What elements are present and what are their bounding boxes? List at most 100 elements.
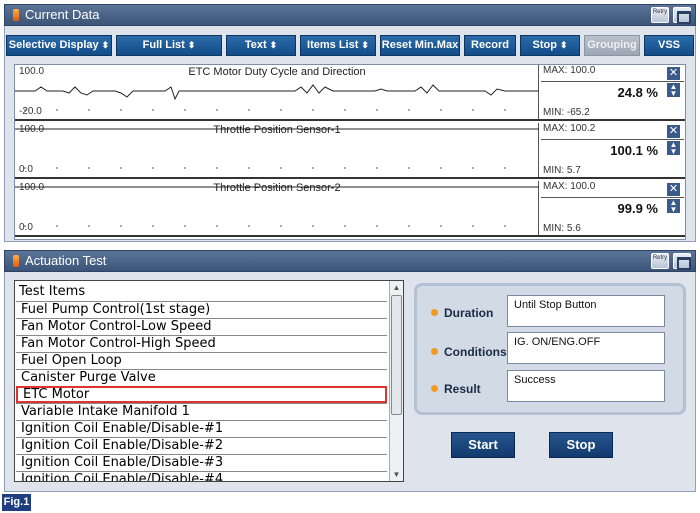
toolbar-button-label: Record [471,39,509,51]
axis-ticks [24,225,506,227]
toolbar-button[interactable]: Text ⬍ [226,35,296,56]
graph-plot: 100.0 Throttle Position Sensor-2 0.0 [15,181,539,235]
start-button[interactable]: Start [451,432,515,458]
close-icon[interactable]: ✕ [667,125,680,138]
stats-divider [541,197,684,198]
test-info-panel: Duration Until Stop Button Conditions IG… [414,283,686,415]
graph-trace [15,186,539,227]
graph-trace [15,128,539,169]
min-value: MIN: 5.6 [543,223,581,234]
list-item[interactable]: Ignition Coil Enable/Disable-#3 [16,454,387,471]
bullet-icon [431,348,438,355]
spinner-icon: ⬍ [361,40,369,50]
sort-icon[interactable]: ▲ ▼ [667,141,680,156]
current-value: 99.9 % [617,201,658,216]
spinner-icon: ⬍ [101,40,110,50]
toolbar-button-label: Full List [142,39,185,51]
list-item[interactable]: ETC Motor [16,386,387,403]
result-value: Success [507,370,665,402]
toolbar-button[interactable]: Items List ⬍ [300,35,376,56]
toolbar-button[interactable]: VSS [644,35,694,56]
bullet-icon [431,309,438,316]
max-value: MAX: 100.0 [543,181,596,192]
min-value: MIN: -65.2 [543,107,590,118]
max-value: MAX: 100.0 [543,65,596,76]
scroll-down-icon[interactable]: ▼ [391,469,402,480]
stop-button[interactable]: Stop [549,432,613,458]
graph-stats: MAX: 100.0 ✕ ▲ ▼ 99.9 % MIN: 5.6 [541,181,684,235]
retry-label: Retry [652,255,668,261]
list-item[interactable]: Fuel Pump Control(1st stage) [16,301,387,318]
scroll-thumb[interactable] [391,295,402,415]
result-label-text: Result [444,382,481,396]
duration-value: Until Stop Button [507,295,665,327]
spinner-icon: ⬍ [187,40,196,50]
sort-icon[interactable]: ▲ ▼ [667,199,680,214]
scroll-up-icon[interactable]: ▲ [391,282,402,293]
min-value: MIN: 5.7 [543,165,581,176]
list-item[interactable]: Variable Intake Manifold 1 [16,403,387,420]
close-icon[interactable]: ✕ [667,67,680,80]
sort-icon[interactable]: ▲ ▼ [667,83,680,98]
result-label: Result [431,382,481,396]
panel-marker-icon [13,9,19,21]
list-item[interactable]: Fan Motor Control-High Speed [16,335,387,352]
retry-icon[interactable]: Retry [651,7,669,23]
toolbar-button[interactable]: Record [464,35,516,56]
toolbar-button-label: Items List [307,39,359,51]
graph-plot: 100.0 ETC Motor Duty Cycle and Direction -… [15,65,539,119]
duration-label: Duration [431,306,493,320]
graph-area: 100.0 ETC Motor Duty Cycle and Direction -… [14,64,686,240]
current-value: 100.1 % [610,143,658,158]
maximize-icon[interactable] [673,7,691,24]
toolbar-button-label: Stop [532,39,557,51]
toolbar-button-label: Text [244,39,267,51]
graph-trace [15,84,539,111]
list-scrollbar[interactable]: ▲ ▼ [389,281,403,481]
list-item[interactable]: Canister Purge Valve [16,369,387,386]
graph-row: 100.0 Throttle Position Sensor-1 0.0 MAX: 1… [15,123,685,179]
toolbar-button-label: VSS [657,39,680,51]
graph-row: 100.0 Throttle Position Sensor-2 0.0 MAX: 1… [15,181,685,237]
conditions-label-text: Conditions [444,345,507,359]
axis-ticks [24,109,506,111]
toolbar-button-label: Reset Min.Max [381,39,459,51]
maximize-icon[interactable] [673,253,691,270]
current-value: 24.8 % [617,85,658,100]
actuation-test-title-bar: Actuation Test Retry [4,250,696,272]
list-item[interactable]: Ignition Coil Enable/Disable-#1 [16,420,387,437]
list-item[interactable]: Fan Motor Control-Low Speed [16,318,387,335]
max-value: MAX: 100.2 [543,123,596,134]
list-item[interactable]: Ignition Coil Enable/Disable-#2 [16,437,387,454]
figure-label: Fig.1 [2,494,31,511]
axis-ticks [24,167,506,169]
panel-marker-icon [13,255,19,267]
graph-stats: MAX: 100.0 ✕ ▲ ▼ 24.8 % MIN: -65.2 [541,65,684,119]
toolbar-button[interactable]: Grouping [584,35,640,56]
stats-divider [541,81,684,82]
current-data-title: Current Data [25,7,100,22]
list-header: Test Items [19,284,86,299]
list-item[interactable]: Ignition Coil Enable/Disable-#4 [16,471,387,481]
trace-line [15,84,539,101]
close-icon[interactable]: ✕ [667,183,680,196]
test-items-list[interactable]: Test Items Fuel Pump Control(1st stage) F… [14,280,404,482]
toolbar-button[interactable]: Selective Display ⬍ [6,35,112,56]
toolbar-button[interactable]: Stop ⬍ [520,35,580,56]
spinner-icon: ⬍ [559,40,568,50]
actuation-test-title: Actuation Test [25,253,107,268]
toolbar-button-label: Selective Display [8,39,99,51]
toolbar-button-label: Grouping [587,39,637,51]
duration-label-text: Duration [444,306,494,320]
spinner-icon: ⬍ [269,40,278,50]
graph-row: 100.0 ETC Motor Duty Cycle and Direction -… [15,65,685,121]
list-item[interactable]: Fuel Open Loop [16,352,387,369]
conditions-label: Conditions [431,345,507,359]
retry-label: Retry [652,9,668,15]
stats-divider [541,139,684,140]
toolbar-button[interactable]: Full List ⬍ [116,35,222,56]
bullet-icon [431,385,438,392]
toolbar-button[interactable]: Reset Min.Max [380,35,460,56]
graph-stats: MAX: 100.2 ✕ ▲ ▼ 100.1 % MIN: 5.7 [541,123,684,177]
retry-icon[interactable]: Retry [651,253,669,269]
